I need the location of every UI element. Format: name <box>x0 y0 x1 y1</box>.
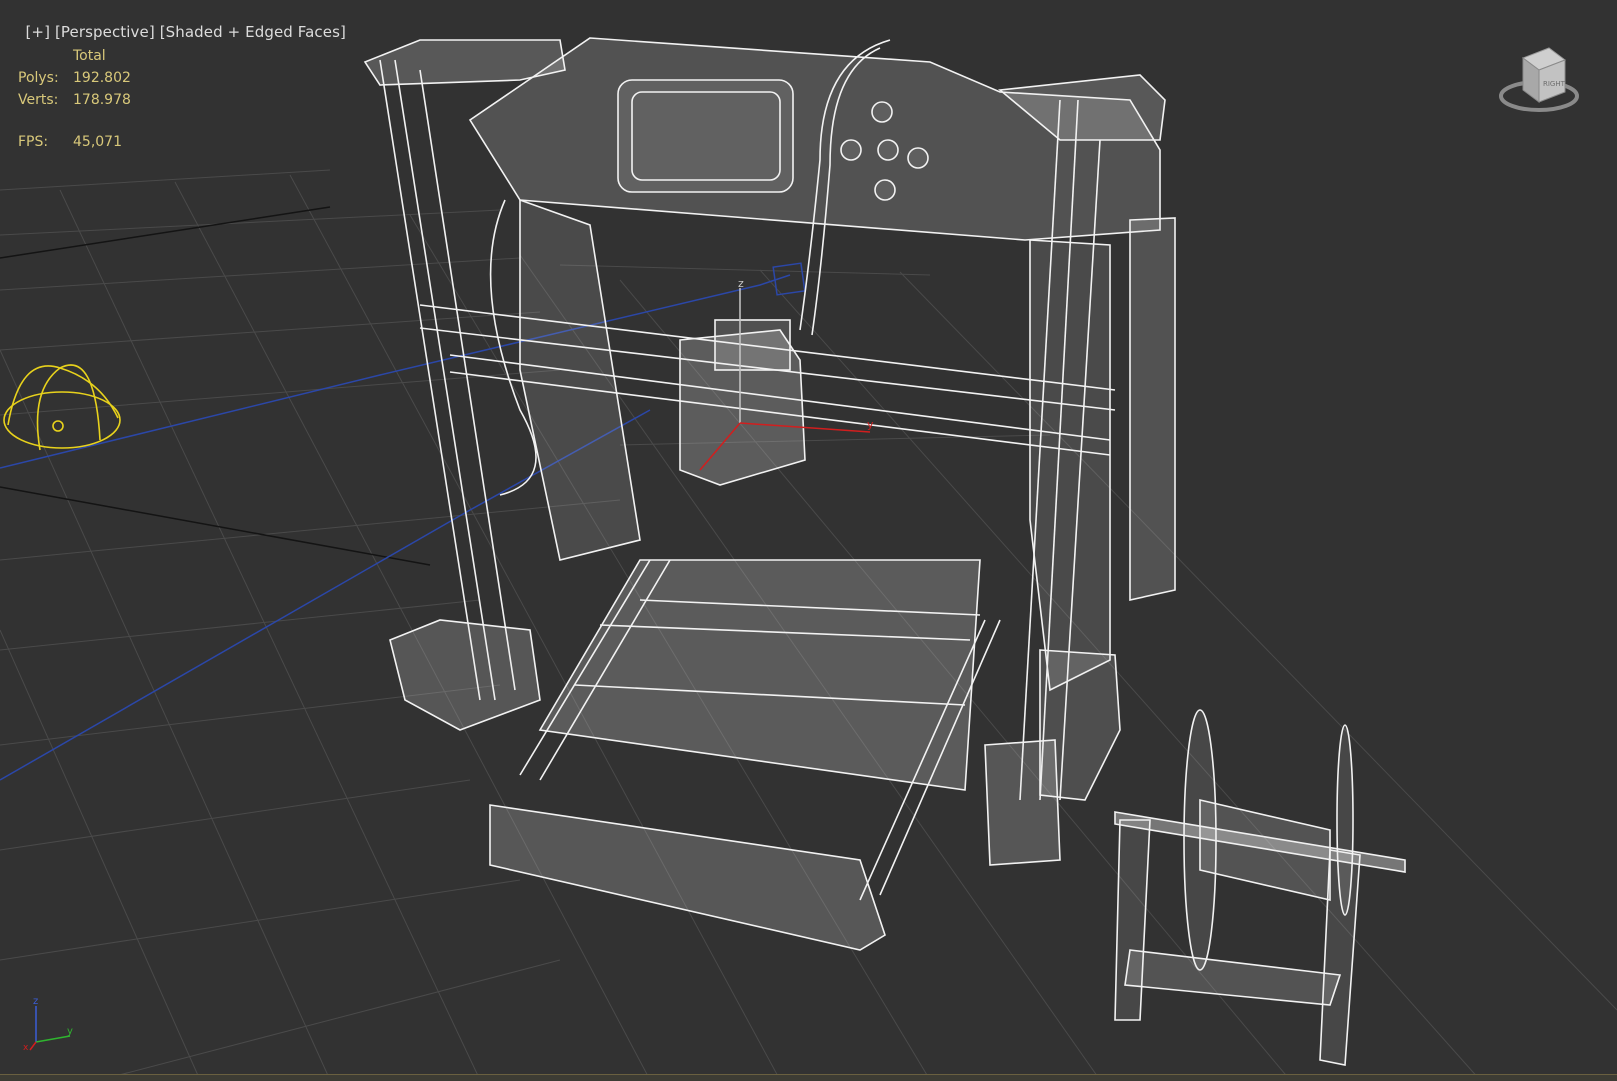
viewport-point-of-view-menu[interactable]: [Perspective] <box>55 23 155 41</box>
stats-fps-label: FPS: <box>18 134 49 150</box>
axis-tripod-icon: z y x <box>23 996 73 1052</box>
axis-y-label: y <box>67 1026 73 1037</box>
light-gizmo[interactable] <box>3 364 121 451</box>
scene-canvas[interactable]: z y <box>0 0 1617 1080</box>
viewport-statistics: Total Polys: 192.802 Verts: 178.978 FPS:… <box>18 45 131 153</box>
world-axis-tripod: z y x <box>22 992 82 1052</box>
viewcube-icon[interactable]: RIGHT <box>1497 42 1579 124</box>
svg-text:y: y <box>867 418 874 431</box>
stats-verts-label: Verts: <box>18 92 59 108</box>
axis-z-label: z <box>33 996 38 1007</box>
stats-fps-value: 45,071 <box>73 134 122 150</box>
viewport-plus-menu[interactable]: [+] <box>25 23 50 41</box>
stats-total-header: Total <box>73 48 106 64</box>
viewcube[interactable]: RIGHT <box>1497 42 1579 124</box>
viewport-shading-menu[interactable]: [Shaded + Edged Faces] <box>160 23 346 41</box>
perspective-viewport[interactable]: z y [+] [Perspective] [Shaded + Edged Fa… <box>0 0 1617 1081</box>
stats-verts-value: 178.978 <box>73 92 131 108</box>
viewcube-face-label: RIGHT <box>1543 80 1566 88</box>
svg-text:z: z <box>738 277 744 290</box>
stats-polys-value: 192.802 <box>73 70 131 86</box>
axis-x-label: x <box>23 1043 29 1052</box>
spool-holder-model[interactable] <box>1114 709 1406 1066</box>
stats-polys-label: Polys: <box>18 70 59 86</box>
